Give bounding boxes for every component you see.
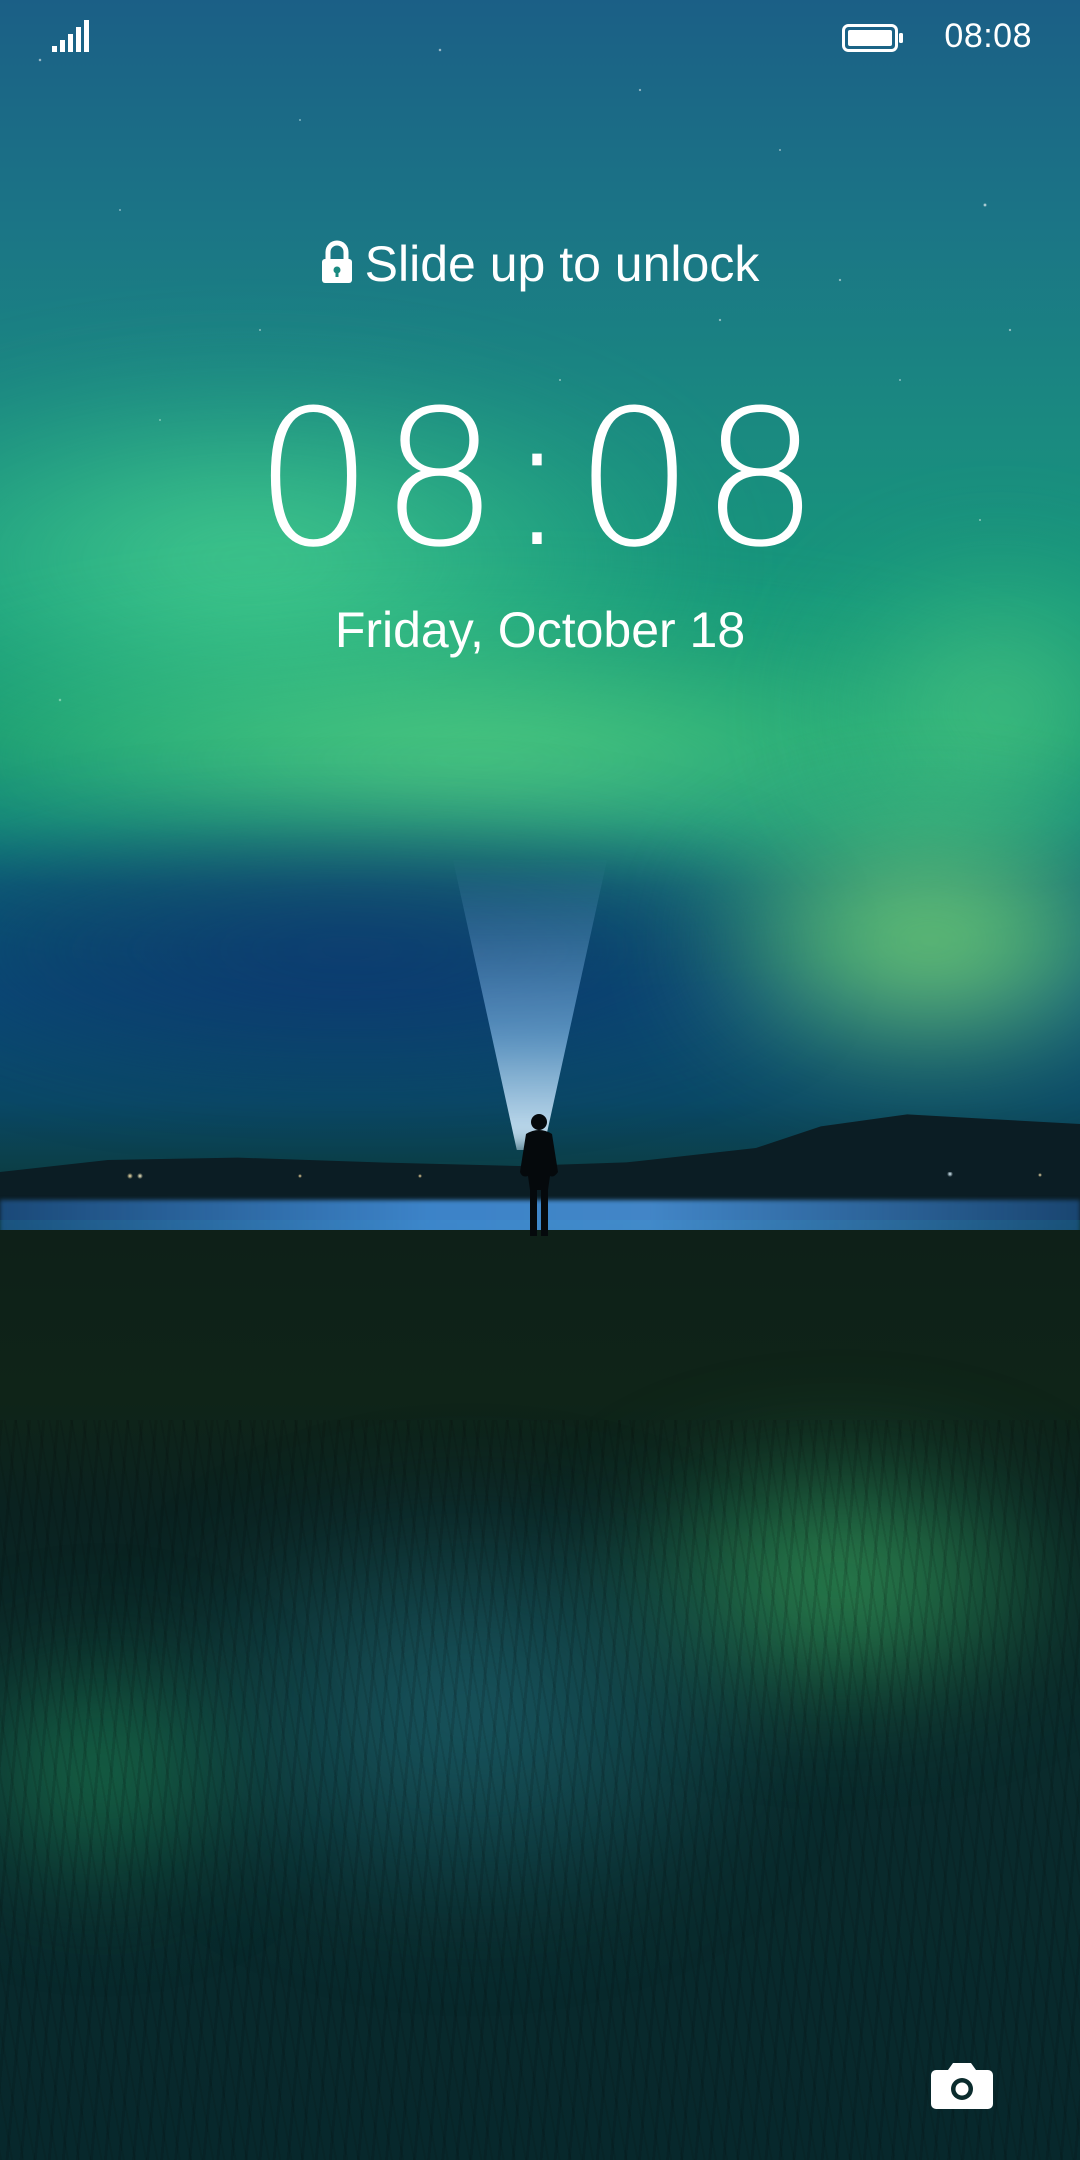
lock-date: Friday, October 18 [334,602,746,658]
lock-icon [321,240,352,283]
reeds [0,1420,1080,2160]
lock-clock: 08:08 [254,370,826,589]
person-silhouette [520,1114,558,1236]
battery-full-icon [842,24,903,52]
status-time: 08:08 [944,17,1032,55]
unlock-hint-text: Slide up to unlock [364,236,760,292]
status-bar: 08:08 [0,0,1080,72]
lock-screen[interactable]: 08:08 Slide up to unlock 08:08 Friday, O… [0,0,1080,2160]
camera-icon[interactable] [930,2060,994,2110]
unlock-hint[interactable]: Slide up to unlock [0,232,1080,296]
signal-bars-icon [52,20,89,52]
night-sky-band [0,820,800,1080]
wallpaper [0,0,1080,2160]
